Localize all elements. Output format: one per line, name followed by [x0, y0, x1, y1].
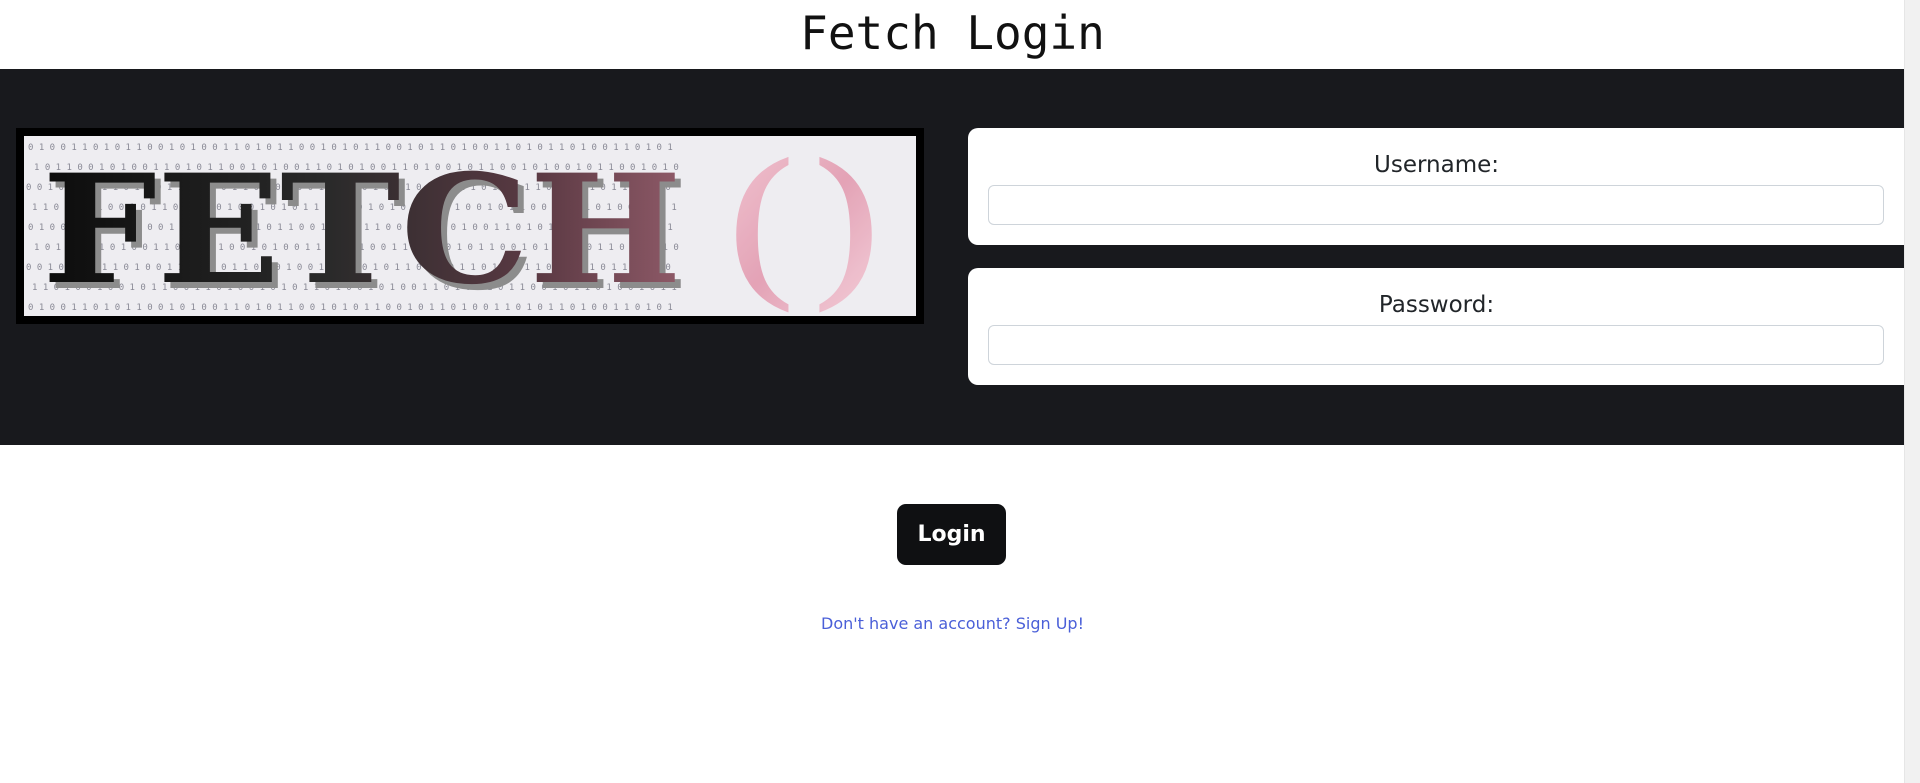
login-button[interactable]: Login	[897, 504, 1006, 565]
password-label: Password:	[1378, 292, 1495, 318]
logo-parentheses: ()	[719, 136, 889, 316]
username-card: Username:	[968, 128, 1905, 245]
page-title: Fetch Login	[800, 6, 1105, 60]
vertical-scrollbar[interactable]	[1904, 0, 1920, 783]
fetch-logo-art: 0 1 0 0 1 1 0 1 0 1 1 0 0 1 0 1 0 0 1 1 …	[24, 136, 916, 316]
logo-letters: FETCH	[42, 142, 682, 316]
fetch-logo: 0 1 0 0 1 1 0 1 0 1 1 0 0 1 0 1 0 0 1 1 …	[16, 128, 924, 324]
password-card: Password:	[968, 268, 1905, 385]
username-input[interactable]	[988, 185, 1884, 225]
login-page: Fetch Login 0 1 0 0 1 1 0 1 0 1 1 0 0 1 …	[0, 0, 1905, 783]
signup-link[interactable]: Don't have an account? Sign Up!	[0, 614, 1905, 633]
password-input[interactable]	[988, 325, 1884, 365]
username-label: Username:	[1374, 152, 1499, 178]
